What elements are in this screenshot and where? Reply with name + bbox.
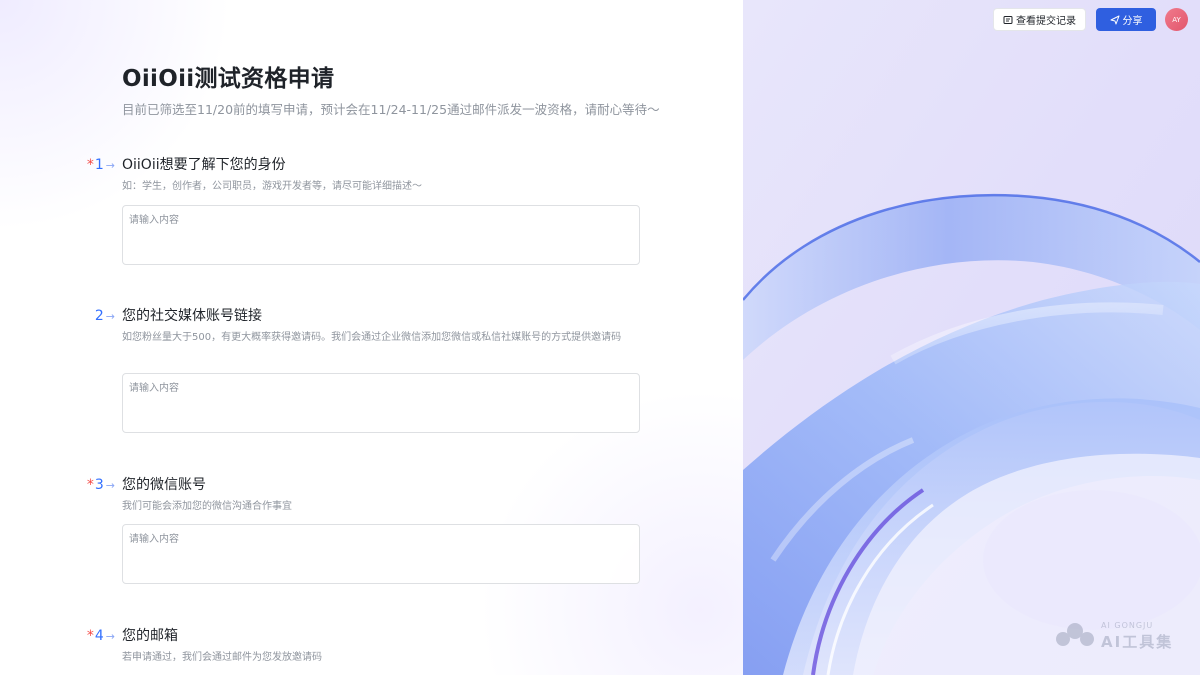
arrow-right-icon: → <box>105 479 115 492</box>
form-panel: OiiOii测试资格申请 目前已筛选至11/20前的填写申请，预计会在11/24… <box>0 0 743 675</box>
question-number: *1 → <box>87 156 115 175</box>
required-mark: * <box>86 628 94 644</box>
watermark-logo: AI GONGJU AI工具集 <box>1053 621 1183 651</box>
question-title: OiiOii想要了解下您的身份 <box>122 157 286 173</box>
question-index: 3 <box>94 477 104 493</box>
wechat-input[interactable] <box>122 524 640 584</box>
identity-input[interactable] <box>122 205 640 265</box>
question-description: 如：学生，创作者，公司职员，游戏开发者等，请尽可能详细描述～ <box>122 181 422 192</box>
records-icon <box>1003 15 1013 24</box>
question-description: 如您粉丝量大于500，有更大概率获得邀请码。我们会通过企业微信添加您微信或私信社… <box>122 332 622 343</box>
question-number: *3 → <box>87 476 115 495</box>
logo-icon <box>1056 623 1094 646</box>
question-number: 2 → <box>94 307 115 326</box>
question-index: 1 <box>94 157 104 173</box>
watermark-text: AI工具集 <box>1101 633 1174 651</box>
question-description: 我们可能会添加您的微信沟通合作事宜 <box>122 501 292 512</box>
form-subtitle: 目前已筛选至11/20前的填写申请，预计会在11/24-11/25通过邮件派发一… <box>122 102 660 117</box>
view-submission-records-button[interactable]: 查看提交记录 <box>993 8 1086 31</box>
share-button[interactable]: 分享 <box>1096 8 1156 31</box>
question-index: 2 <box>94 308 104 324</box>
question-title: 您的社交媒体账号链接 <box>122 308 262 324</box>
send-icon <box>1110 15 1119 24</box>
question-title: 您的邮箱 <box>122 628 178 644</box>
share-label: 分享 <box>1122 16 1143 27</box>
user-avatar[interactable]: AY <box>1165 8 1188 31</box>
decorative-panel <box>743 0 1200 675</box>
arrow-right-icon: → <box>105 630 115 643</box>
question-description: 若申请通过，我们会通过邮件为您发放邀请码 <box>122 652 322 663</box>
form-title: OiiOii测试资格申请 <box>122 66 335 92</box>
question-number: *4 → <box>87 627 115 646</box>
required-mark: * <box>86 157 94 173</box>
social-link-input[interactable] <box>122 373 640 433</box>
question-index: 4 <box>94 628 104 644</box>
records-label: 查看提交记录 <box>1016 16 1076 27</box>
arrow-right-icon: → <box>105 310 115 323</box>
arrow-right-icon: → <box>105 159 115 172</box>
required-mark: * <box>86 477 94 493</box>
question-title: 您的微信账号 <box>122 477 206 493</box>
abstract-ribbon-illustration <box>743 0 1200 675</box>
watermark-small-text: AI GONGJU <box>1101 621 1154 630</box>
